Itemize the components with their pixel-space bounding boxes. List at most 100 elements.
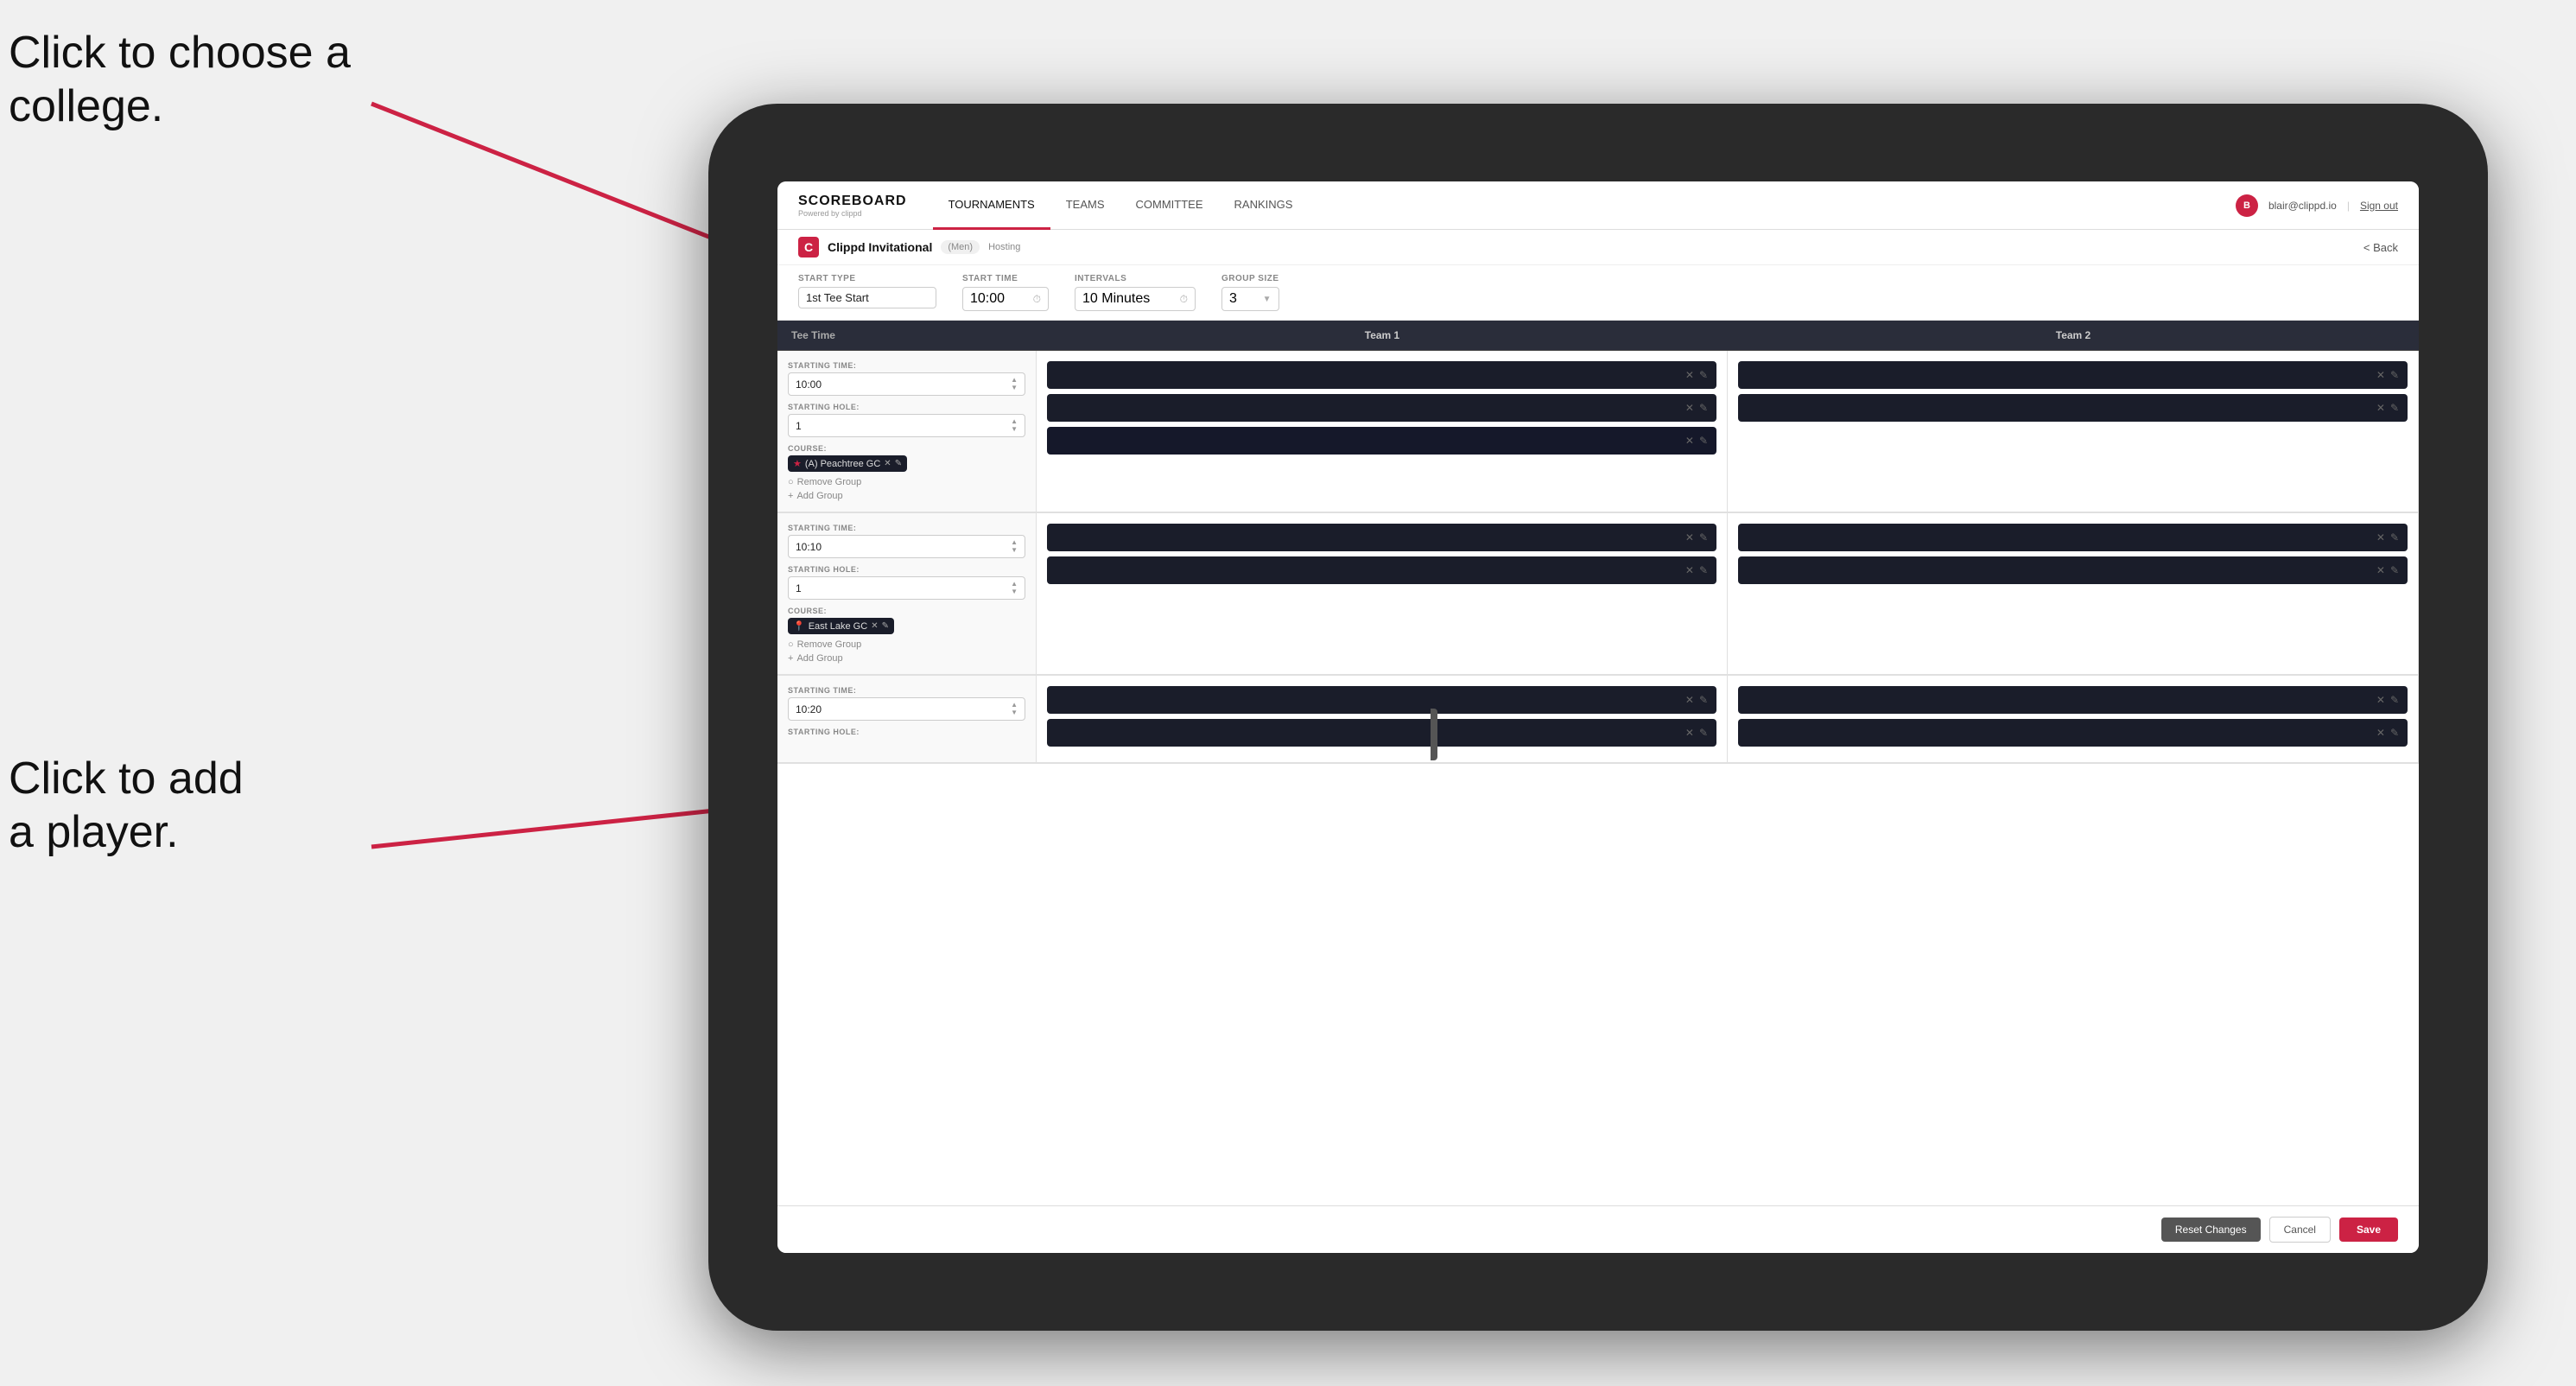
intervals-select[interactable]: 10 Minutes ⏱ <box>1075 287 1196 311</box>
arrow-down-icon: ▼ <box>1011 426 1018 433</box>
starting-hole-label-3: STARTING HOLE: <box>788 728 1025 736</box>
starting-time-input-2[interactable]: 10:10 ▲ ▼ <box>788 535 1025 558</box>
player-slot-2-2[interactable]: ✕ ✎ <box>1738 394 2408 422</box>
player-slot-3-1[interactable]: ✕ ✎ <box>1047 524 1716 551</box>
tournament-badge: (Men) <box>941 240 980 254</box>
player-slot-2-1[interactable]: ✕ ✎ <box>1738 361 2408 389</box>
add-group-label-1: Add Group <box>796 491 842 501</box>
col-team2: Team 2 <box>1728 321 2419 350</box>
slot2-edit-btn-2[interactable]: ✎ <box>2390 402 2399 414</box>
tablet-side-button <box>1431 709 1437 760</box>
remove-group-btn-1[interactable]: ○ Remove Group <box>788 477 1025 487</box>
group-size-select[interactable]: 3 ▼ <box>1221 287 1279 311</box>
player-slot-1-1[interactable]: ✕ ✎ <box>1047 361 1716 389</box>
tab-rankings[interactable]: RANKINGS <box>1219 181 1309 230</box>
starting-hole-input-2[interactable]: 1 ▲ ▼ <box>788 576 1025 600</box>
reset-changes-button[interactable]: Reset Changes <box>2161 1218 2261 1242</box>
save-button[interactable]: Save <box>2339 1218 2398 1242</box>
slot4-edit-btn[interactable]: ✎ <box>2390 531 2399 544</box>
tee-time-row-1: STARTING TIME: 10:00 ▲ ▼ STARTING HOLE: … <box>777 351 2419 513</box>
user-email: blair@clippd.io <box>2268 200 2337 212</box>
add-group-label-2: Add Group <box>796 653 842 664</box>
sub-header: C Clippd Invitational (Men) Hosting < Ba… <box>777 230 2419 265</box>
slot6-x-btn[interactable]: ✕ <box>2376 694 2385 706</box>
tab-tournaments[interactable]: TOURNAMENTS <box>933 181 1050 230</box>
slot6-edit-btn[interactable]: ✎ <box>2390 694 2399 706</box>
arrow-up-icon: ▲ <box>1011 539 1018 546</box>
slot-x-btn-2[interactable]: ✕ <box>1685 402 1694 414</box>
slot5-x-btn[interactable]: ✕ <box>1685 694 1694 706</box>
slot-edit-btn-2[interactable]: ✎ <box>1699 402 1708 414</box>
slot3-x-btn[interactable]: ✕ <box>1685 531 1694 544</box>
slot-edit-btn-3[interactable]: ✎ <box>1699 435 1708 447</box>
interval-icon: ⏱ <box>1180 293 1188 306</box>
player-slot-6-2[interactable]: ✕ ✎ <box>1738 719 2408 747</box>
brand-icon: C <box>798 237 819 257</box>
slot2-x-btn[interactable]: ✕ <box>2376 369 2385 381</box>
group-size-label: Group Size <box>1221 274 1279 283</box>
player-slot-5-1[interactable]: ✕ ✎ <box>1047 686 1716 714</box>
slot-edit-btn[interactable]: ✎ <box>1699 369 1708 381</box>
slot6-x-btn-2[interactable]: ✕ <box>2376 727 2385 739</box>
team1-cell-1: ✕ ✎ ✕ ✎ ✕ <box>1037 351 1728 512</box>
add-group-btn-2[interactable]: + Add Group <box>788 653 1025 664</box>
slot3-x-btn-2[interactable]: ✕ <box>1685 564 1694 576</box>
time-arrows-1: ▲ ▼ <box>1011 377 1018 391</box>
course-remove-icon-2[interactable]: ✕ <box>871 621 878 631</box>
starting-time-label-3: STARTING TIME: <box>788 686 1025 695</box>
starting-hole-input-1[interactable]: 1 ▲ ▼ <box>788 414 1025 437</box>
player-slot-4-1[interactable]: ✕ ✎ <box>1738 524 2408 551</box>
tab-teams[interactable]: TEAMS <box>1050 181 1120 230</box>
slot4-x-btn-2[interactable]: ✕ <box>2376 564 2385 576</box>
starting-time-input-1[interactable]: 10:00 ▲ ▼ <box>788 372 1025 396</box>
tablet-frame: SCOREBOARD Powered by clippd TOURNAMENTS… <box>708 104 2488 1331</box>
starting-hole-label-1: STARTING HOLE: <box>788 403 1025 411</box>
clock-icon: ⏱ <box>1033 293 1041 306</box>
add-icon: + <box>788 491 793 501</box>
slot2-x-btn-2[interactable]: ✕ <box>2376 402 2385 414</box>
tab-committee[interactable]: COMMITTEE <box>1120 181 1219 230</box>
nav-tabs: TOURNAMENTS TEAMS COMMITTEE RANKINGS <box>933 181 2236 230</box>
course-tag-1[interactable]: ★ (A) Peachtree GC ✕ ✎ <box>788 455 907 472</box>
player-slot-1-3[interactable]: ✕ ✎ <box>1047 427 1716 455</box>
course-edit-icon-2[interactable]: ✎ <box>882 621 889 631</box>
player-slot-3-2[interactable]: ✕ ✎ <box>1047 556 1716 584</box>
start-time-input[interactable]: 10:00 ⏱ <box>962 287 1049 311</box>
annotation-line2: college. <box>9 81 163 131</box>
remove-group-btn-2[interactable]: ○ Remove Group <box>788 639 1025 650</box>
player-slot-1-2[interactable]: ✕ ✎ <box>1047 394 1716 422</box>
add-group-btn-1[interactable]: + Add Group <box>788 491 1025 501</box>
remove-icon: ○ <box>788 477 794 487</box>
course-edit-icon[interactable]: ✎ <box>895 459 902 468</box>
annotation-line1: Click to choose a <box>9 28 351 78</box>
team1-cell-3: ✕ ✎ ✕ ✎ <box>1037 676 1728 762</box>
cancel-button[interactable]: Cancel <box>2269 1217 2331 1243</box>
course-indicator: ★ <box>793 458 802 469</box>
player-slot-6-1[interactable]: ✕ ✎ <box>1738 686 2408 714</box>
add-icon-2: + <box>788 653 793 664</box>
tablet-screen: SCOREBOARD Powered by clippd TOURNAMENTS… <box>777 181 2419 1253</box>
slot5-edit-btn[interactable]: ✎ <box>1699 694 1708 706</box>
remove-group-label-2: Remove Group <box>797 639 862 650</box>
slot5-edit-btn-2[interactable]: ✎ <box>1699 727 1708 739</box>
slot-x-btn[interactable]: ✕ <box>1685 369 1694 381</box>
course-tag-2[interactable]: 📍 East Lake GC ✕ ✎ <box>788 618 894 634</box>
remove-group-label-1: Remove Group <box>797 477 862 487</box>
slot5-x-btn-2[interactable]: ✕ <box>1685 727 1694 739</box>
slot3-edit-btn[interactable]: ✎ <box>1699 531 1708 544</box>
slot4-edit-btn-2[interactable]: ✎ <box>2390 564 2399 576</box>
back-button[interactable]: < Back <box>2363 241 2398 254</box>
slot2-edit-btn[interactable]: ✎ <box>2390 369 2399 381</box>
annotation-line3: Click to add <box>9 753 244 804</box>
player-slot-4-2[interactable]: ✕ ✎ <box>1738 556 2408 584</box>
slot-x-btn-3[interactable]: ✕ <box>1685 435 1694 447</box>
slot6-edit-btn-2[interactable]: ✎ <box>2390 727 2399 739</box>
player-slot-5-2[interactable]: ✕ ✎ <box>1047 719 1716 747</box>
slot3-edit-btn-2[interactable]: ✎ <box>1699 564 1708 576</box>
start-type-select[interactable]: 1st Tee Start <box>798 287 936 308</box>
tee-time-left-3: STARTING TIME: 10:20 ▲ ▼ STARTING HOLE: <box>777 676 1037 762</box>
starting-time-input-3[interactable]: 10:20 ▲ ▼ <box>788 697 1025 721</box>
sign-out-link[interactable]: Sign out <box>2360 200 2398 212</box>
course-remove-icon-1[interactable]: ✕ <box>884 459 891 468</box>
slot4-x-btn[interactable]: ✕ <box>2376 531 2385 544</box>
